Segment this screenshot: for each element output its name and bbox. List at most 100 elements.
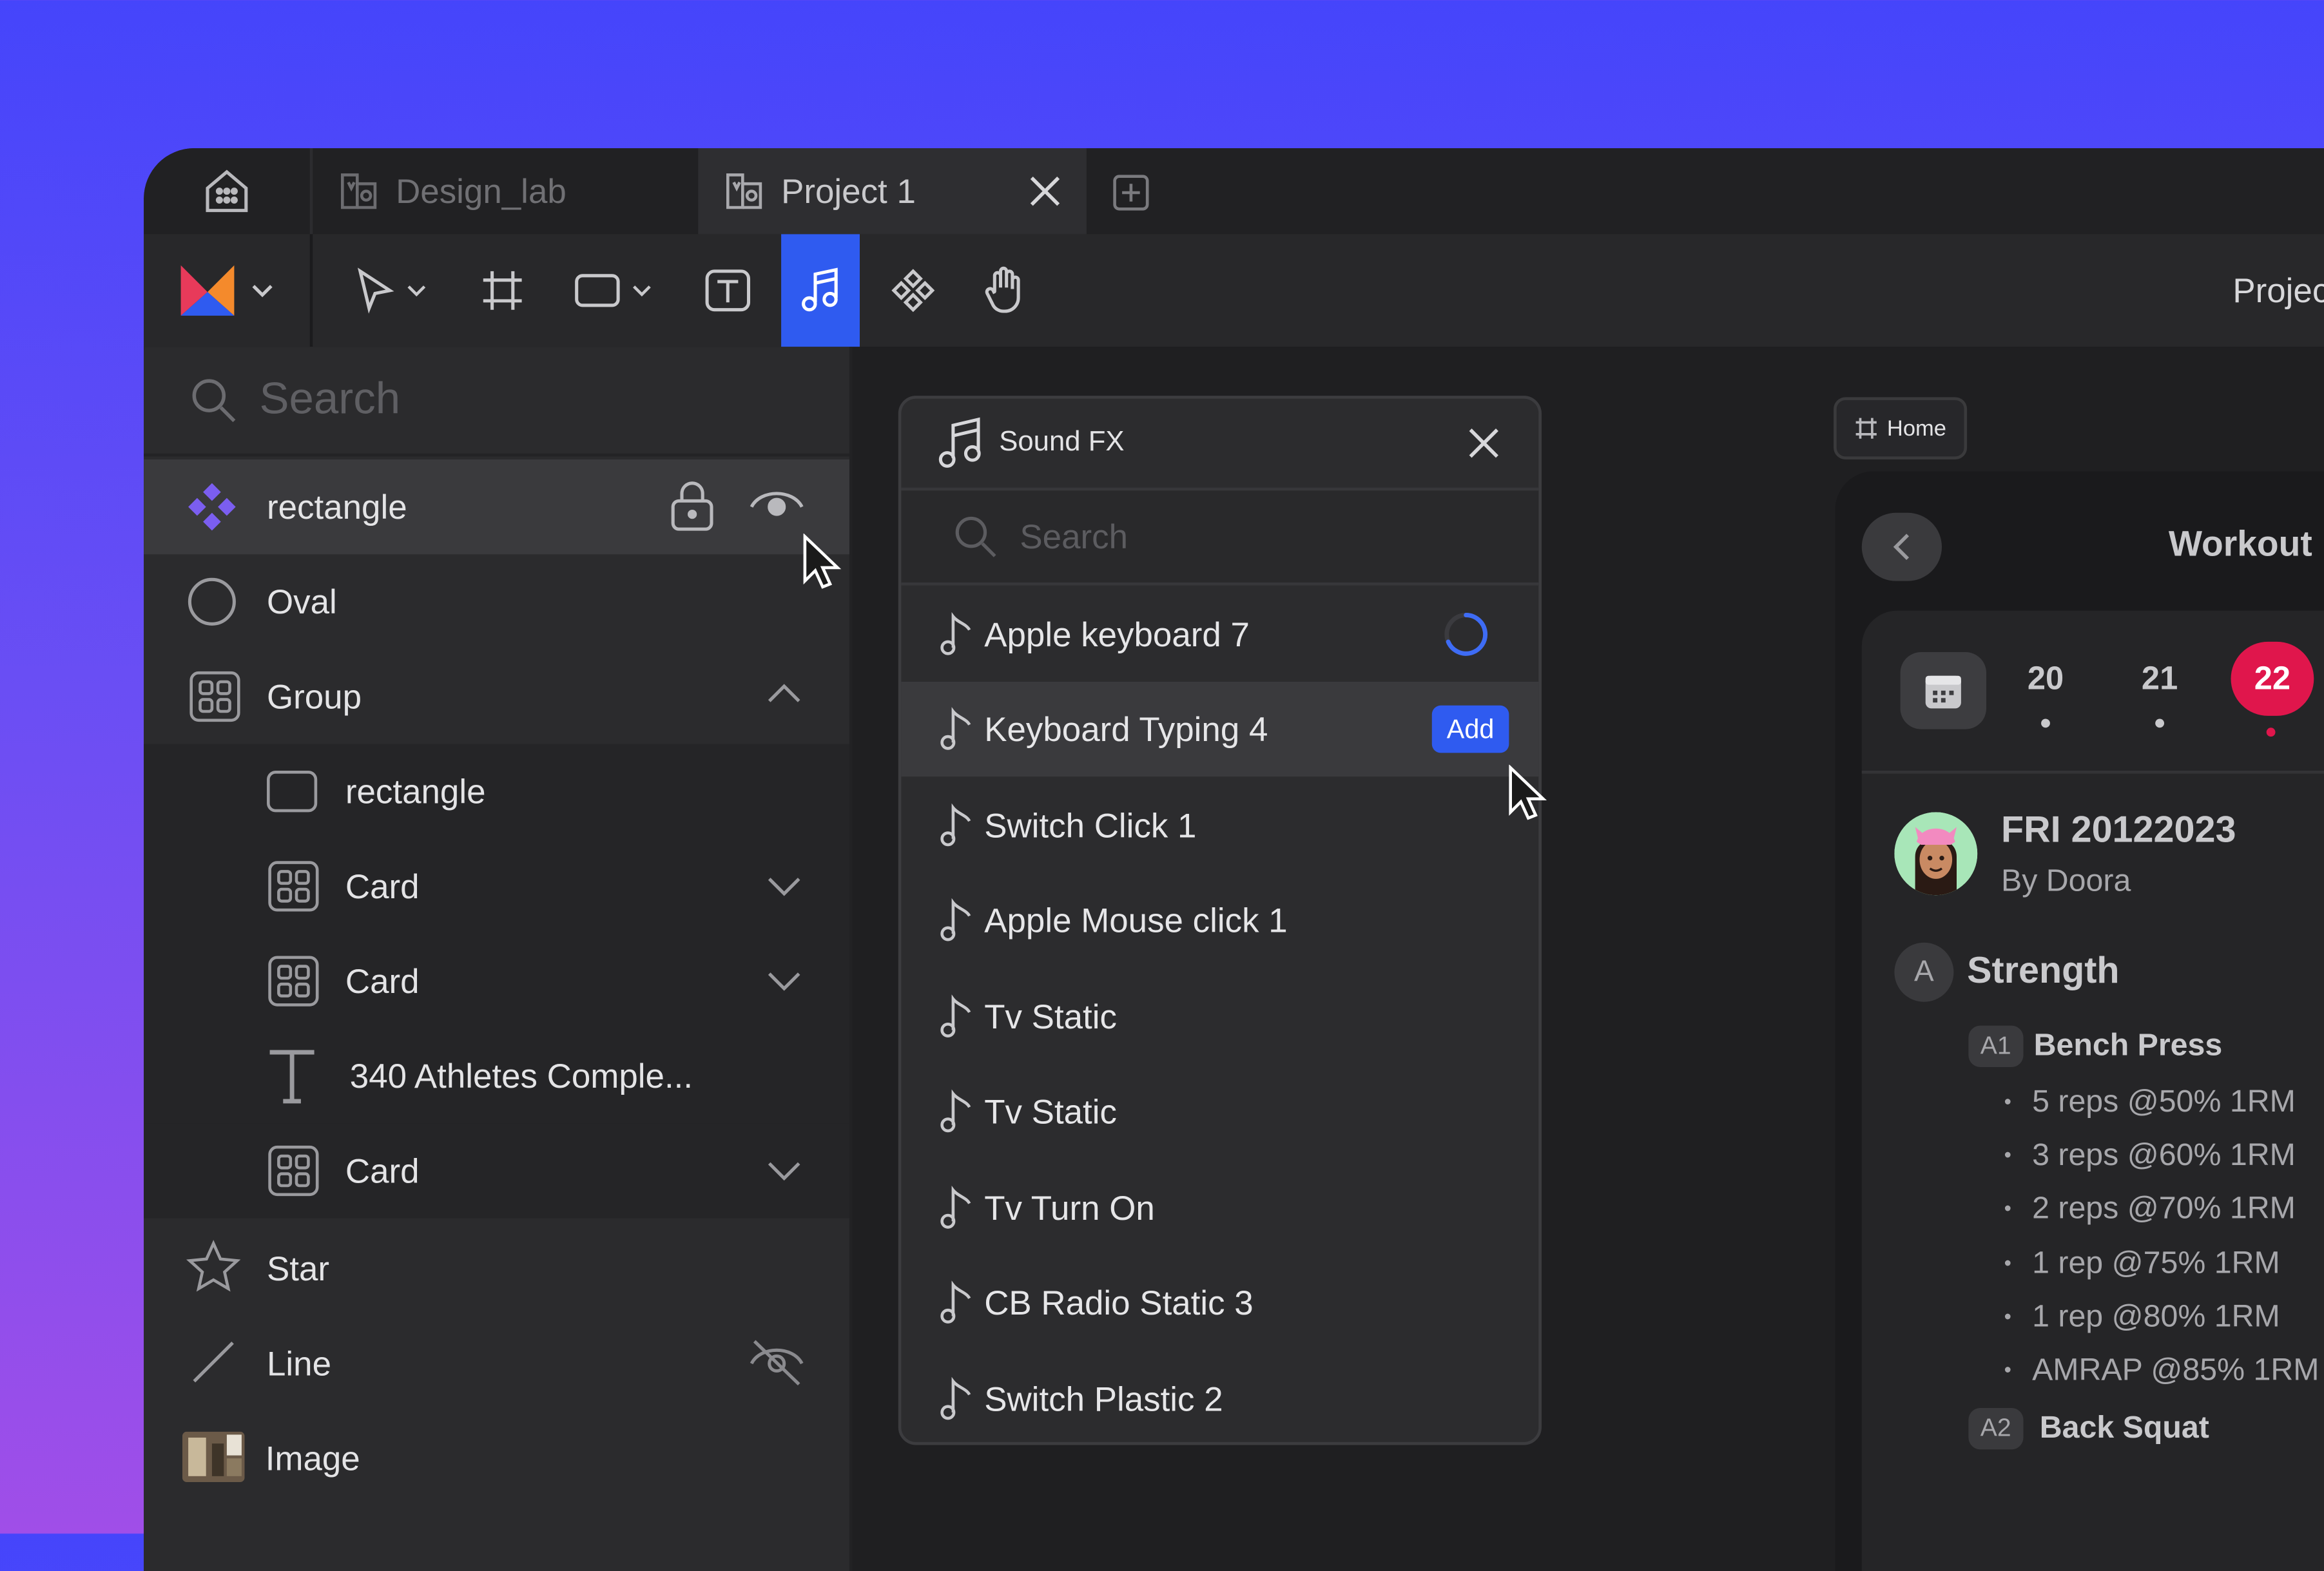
cursor-arrow-icon — [354, 267, 396, 314]
chevron-down-icon[interactable] — [766, 969, 802, 993]
layer-label: Image — [266, 1438, 360, 1478]
sound-item[interactable]: Tv Turn On — [901, 1161, 1538, 1255]
sound-item[interactable]: Apple Mouse click 1 — [901, 873, 1538, 968]
sound-fx-header: Sound FX — [901, 399, 1538, 491]
day-20[interactable]: 20 — [2006, 660, 2086, 728]
workout-author: By Doora — [2001, 864, 2131, 900]
divider — [1862, 771, 2324, 774]
home-tab[interactable] — [144, 148, 313, 234]
mouse-cursor-icon — [800, 534, 845, 590]
frame-icon — [480, 268, 525, 313]
group-icon — [267, 860, 320, 913]
rep-line: 2 reps @70% 1RM — [2004, 1191, 2296, 1227]
move-tool[interactable] — [342, 234, 440, 347]
add-sound-button[interactable]: Add — [1432, 706, 1509, 753]
sound-item-label: Keyboard Typing 4 — [984, 709, 1268, 749]
sound-fx-panel: Sound FX Search Apple keyboard 7 Keyboar… — [898, 396, 1542, 1445]
rectangle-icon — [266, 767, 319, 815]
chevron-up-icon[interactable] — [766, 682, 802, 706]
search-icon — [952, 513, 1000, 561]
home-icon — [202, 166, 252, 217]
exercise-title: Back Squat — [2040, 1411, 2209, 1447]
layer-text[interactable]: 340 Athletes Comple... — [144, 1028, 849, 1123]
layer-oval[interactable]: Oval — [144, 554, 849, 649]
layer-label: 340 Athletes Comple... — [350, 1056, 693, 1096]
sound-item[interactable]: Keyboard Typing 4 Add — [901, 682, 1538, 776]
exercise-badge: A2 — [1968, 1408, 2023, 1449]
close-tab-icon[interactable] — [1027, 173, 1063, 209]
sound-item-label: Switch Click 1 — [984, 805, 1196, 845]
sound-fx-title: Sound FX — [999, 427, 1124, 459]
hand-icon — [983, 265, 1027, 316]
chevron-left-icon — [1890, 532, 1914, 562]
sound-item[interactable]: Tv Static — [901, 1064, 1538, 1159]
sound-fx-search[interactable]: Search — [901, 490, 1538, 585]
tab-project-1[interactable]: Project 1 — [698, 148, 1087, 234]
music-note-icon — [940, 1280, 973, 1325]
music-note-icon — [940, 707, 973, 751]
sound-item[interactable]: Switch Click 1 — [901, 778, 1538, 873]
project-selector-label: Project 1 — [2232, 271, 2324, 311]
hand-tool[interactable] — [965, 234, 1045, 347]
text-tool-icon — [704, 268, 752, 313]
shape-tool[interactable] — [562, 234, 666, 347]
chevron-down-icon[interactable] — [766, 1159, 802, 1183]
main-menu-button[interactable] — [171, 234, 284, 347]
lock-icon[interactable] — [668, 480, 716, 534]
today-circle: 22 — [2231, 642, 2314, 716]
sound-item[interactable]: Switch Plastic 2 — [901, 1352, 1538, 1445]
rectangle-shape-icon — [574, 271, 621, 310]
layer-card[interactable]: Card — [144, 1123, 849, 1218]
layer-card[interactable]: Card — [144, 839, 849, 934]
chevron-down-icon[interactable] — [766, 874, 802, 898]
toolbar: Project 1 — [144, 234, 2324, 349]
layer-label: Oval — [267, 582, 337, 622]
calendar-button[interactable] — [1901, 652, 1986, 729]
text-tool[interactable] — [683, 234, 772, 347]
section-title: Strength — [1967, 950, 2119, 993]
layers-search-placeholder: Search — [260, 375, 401, 425]
tab-label: Design_lab — [396, 171, 566, 211]
layer-label: Star — [267, 1249, 329, 1289]
layers-search[interactable]: Search — [144, 347, 849, 456]
layer-group[interactable]: Group — [144, 649, 849, 744]
back-button[interactable] — [1862, 513, 1942, 581]
eye-off-icon[interactable] — [749, 1337, 805, 1387]
eye-icon[interactable] — [749, 483, 805, 525]
layer-label: Card — [345, 1151, 420, 1191]
layer-image[interactable]: Image — [144, 1411, 849, 1506]
rep-line: AMRAP @85% 1RM — [2004, 1353, 2319, 1389]
tab-design-lab[interactable]: Design_lab — [313, 148, 695, 234]
group-icon — [267, 954, 320, 1008]
design-file-icon — [722, 169, 766, 213]
group-icon — [267, 1144, 320, 1198]
close-icon[interactable] — [1467, 427, 1500, 459]
layer-line[interactable]: Line — [144, 1316, 849, 1411]
workout-app-frame[interactable]: Workout 20 21 22 FRI 20122023 By Do — [1835, 471, 2324, 1571]
day-22-today[interactable]: 22 — [2231, 642, 2311, 737]
new-tab-icon[interactable] — [1110, 172, 1152, 213]
sound-item[interactable]: CB Radio Static 3 — [901, 1255, 1538, 1350]
sound-item-label: CB Radio Static 3 — [984, 1283, 1254, 1323]
day-number: 21 — [2142, 660, 2178, 697]
sound-item[interactable]: Tv Static — [901, 969, 1538, 1064]
sound-tool[interactable] — [781, 234, 860, 347]
layer-rectangle[interactable]: rectangle — [144, 459, 849, 554]
loading-spinner-icon — [1441, 609, 1491, 659]
layer-star[interactable]: Star — [144, 1221, 849, 1316]
layer-label: Card — [345, 866, 420, 906]
rep-line: 1 rep @80% 1RM — [2004, 1300, 2280, 1335]
project-selector[interactable]: Project 1 — [2232, 234, 2324, 347]
layer-nested-rectangle[interactable]: rectangle — [144, 744, 849, 839]
layer-label: Card — [345, 961, 420, 1001]
frame-tool[interactable] — [461, 234, 544, 347]
component-tool[interactable] — [873, 234, 953, 347]
frame-label-text: Home — [1887, 416, 1946, 441]
sound-item[interactable]: Apple keyboard 7 — [901, 587, 1538, 682]
day-21[interactable]: 21 — [2120, 660, 2200, 728]
frame-label[interactable]: Home — [1834, 397, 1967, 459]
day-number: 20 — [2028, 660, 2064, 697]
section-badge: A — [1894, 943, 1953, 1002]
layer-card[interactable]: Card — [144, 934, 849, 1028]
sound-item-label: Tv Static — [984, 997, 1117, 1037]
